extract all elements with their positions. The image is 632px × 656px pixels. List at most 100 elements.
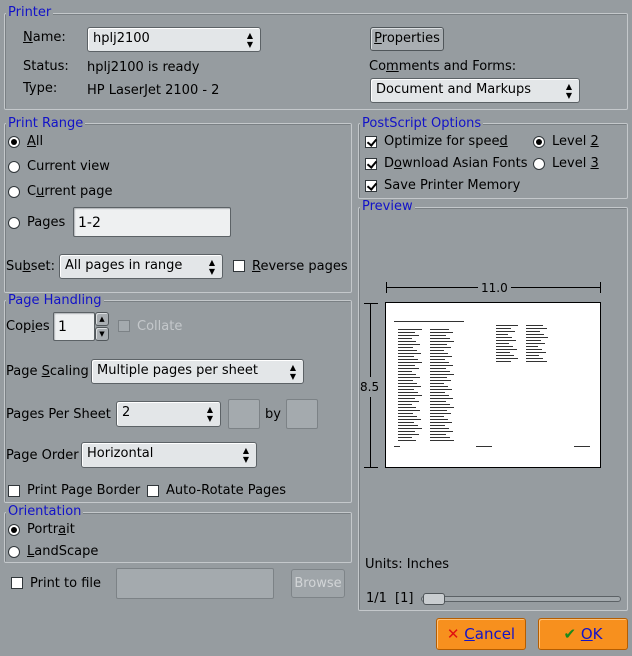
preview-text-line	[430, 407, 454, 408]
comments-forms-value: Document and Markups	[376, 82, 531, 97]
print-to-file-path-input[interactable]	[116, 568, 274, 599]
preview-text-line	[398, 344, 420, 345]
print-to-file-label: Print to file	[30, 576, 102, 591]
copies-down-button[interactable]: ▼	[95, 327, 109, 341]
pages-per-sheet-combo[interactable]: 2 ▲ ▼	[116, 401, 221, 427]
pages-per-sheet-cols-input[interactable]	[228, 399, 260, 429]
preview-text-line	[430, 377, 447, 378]
cancel-icon: ✕	[446, 625, 460, 643]
page-scaling-combo[interactable]: Multiple pages per sheet ▲ ▼	[91, 359, 304, 384]
preview-text-line	[430, 368, 446, 369]
auto-rotate-checkbox[interactable]	[147, 485, 159, 497]
combo-arrows-icon: ▲ ▼	[246, 30, 254, 49]
reverse-pages-label: Reverse pages	[252, 259, 348, 274]
preview-text-line	[430, 386, 448, 387]
cancel-button[interactable]: ✕ Cancel	[436, 618, 526, 650]
range-pages-label: Pages	[27, 215, 66, 230]
preview-header-line	[394, 321, 434, 322]
range-all-radio[interactable]	[8, 136, 20, 148]
subset-label: Subset:	[6, 259, 56, 274]
download-asian-fonts-checkbox[interactable]	[365, 158, 377, 170]
preview-text-line	[430, 383, 444, 384]
level-2-radio[interactable]	[533, 136, 545, 148]
preview-footer-line	[574, 446, 590, 447]
width-dimension-label: 11.0	[478, 280, 511, 296]
printer-type-label: Type:	[23, 81, 58, 96]
preview-text-line	[398, 368, 419, 369]
preview-text-line	[526, 343, 545, 344]
height-dimension-tick-top	[364, 303, 378, 304]
page-order-combo[interactable]: Horizontal ▲ ▼	[81, 442, 257, 468]
preview-text-line	[496, 361, 511, 362]
page-order-label: Page Order	[6, 448, 79, 463]
preview-text-line	[430, 419, 448, 420]
preview-text-line	[398, 407, 416, 408]
preview-text-line	[526, 346, 538, 347]
comments-forms-combo[interactable]: Document and Markups ▲ ▼	[370, 78, 580, 103]
preview-text-line	[398, 392, 418, 393]
combo-arrows-icon: ▲ ▼	[208, 257, 216, 276]
preview-text-line	[398, 398, 415, 399]
copies-up-button[interactable]: ▲	[95, 312, 109, 326]
preview-text-line	[430, 404, 450, 405]
preview-text-line	[430, 347, 451, 348]
collate-checkbox[interactable]	[118, 320, 130, 332]
optimize-speed-checkbox[interactable]	[365, 136, 377, 148]
preview-text-line	[430, 365, 453, 366]
range-current-page-label: Current page	[27, 184, 113, 199]
preview-text-line	[398, 383, 417, 384]
preview-text-line	[496, 340, 516, 341]
preview-text-line	[398, 374, 416, 375]
print-range-title: Print Range	[6, 116, 86, 131]
preview-text-line	[430, 431, 453, 432]
copies-input[interactable]: 1	[53, 312, 95, 341]
preview-text-line	[398, 437, 412, 438]
preview-page-slider-track[interactable]	[421, 596, 621, 602]
pages-input[interactable]: 1-2	[73, 207, 231, 237]
preview-text-line	[430, 374, 454, 375]
preview-text-line	[398, 359, 418, 360]
reverse-pages-checkbox[interactable]	[233, 260, 245, 272]
preview-text-line	[526, 355, 539, 356]
printer-name-combo[interactable]: hplj2100 ▲ ▼	[87, 27, 261, 52]
preview-text-line	[430, 428, 449, 429]
range-current-view-radio[interactable]	[8, 161, 20, 173]
ok-button[interactable]: ✔ OK	[538, 618, 628, 650]
preview-text-line	[430, 335, 446, 336]
preview-text-line	[398, 428, 422, 429]
preview-text-line	[430, 392, 445, 393]
pages-per-sheet-label: Pages Per Sheet	[6, 407, 111, 422]
save-printer-memory-checkbox[interactable]	[365, 180, 377, 192]
preview-text-line	[430, 371, 450, 372]
page-counter: 1/1	[366, 591, 387, 606]
optimize-speed-label: Optimize for speed	[384, 134, 508, 149]
range-pages-radio[interactable]	[8, 217, 20, 229]
preview-text-line	[398, 425, 418, 426]
level-3-radio[interactable]	[533, 158, 545, 170]
collate-label: Collate	[137, 319, 183, 334]
preview-text-line	[430, 413, 451, 414]
print-to-file-checkbox[interactable]	[11, 577, 23, 589]
preview-text-line	[430, 398, 453, 399]
by-label: by	[265, 407, 281, 422]
preview-text-line	[430, 344, 447, 345]
preview-text-line	[496, 337, 512, 338]
combo-arrows-icon: ▲ ▼	[565, 81, 573, 100]
preview-text-line	[398, 395, 422, 396]
browse-button[interactable]: Browse	[291, 569, 345, 598]
print-page-border-checkbox[interactable]	[8, 485, 20, 497]
range-all-label: All	[27, 134, 44, 149]
preview-text-line	[430, 362, 449, 363]
pages-per-sheet-rows-input[interactable]	[286, 399, 318, 429]
range-current-page-radio[interactable]	[8, 186, 20, 198]
page-handling-title: Page Handling	[6, 293, 104, 308]
preview-text-line	[526, 340, 541, 341]
preview-text-line	[398, 431, 415, 432]
preview-text-line	[398, 380, 413, 381]
preview-page-slider-thumb[interactable]	[423, 593, 445, 605]
subset-combo[interactable]: All pages in range ▲ ▼	[59, 254, 223, 279]
portrait-radio[interactable]	[8, 524, 20, 536]
landscape-radio[interactable]	[8, 546, 20, 558]
preview-text-line	[398, 335, 419, 336]
properties-button[interactable]: Properties	[370, 27, 444, 51]
